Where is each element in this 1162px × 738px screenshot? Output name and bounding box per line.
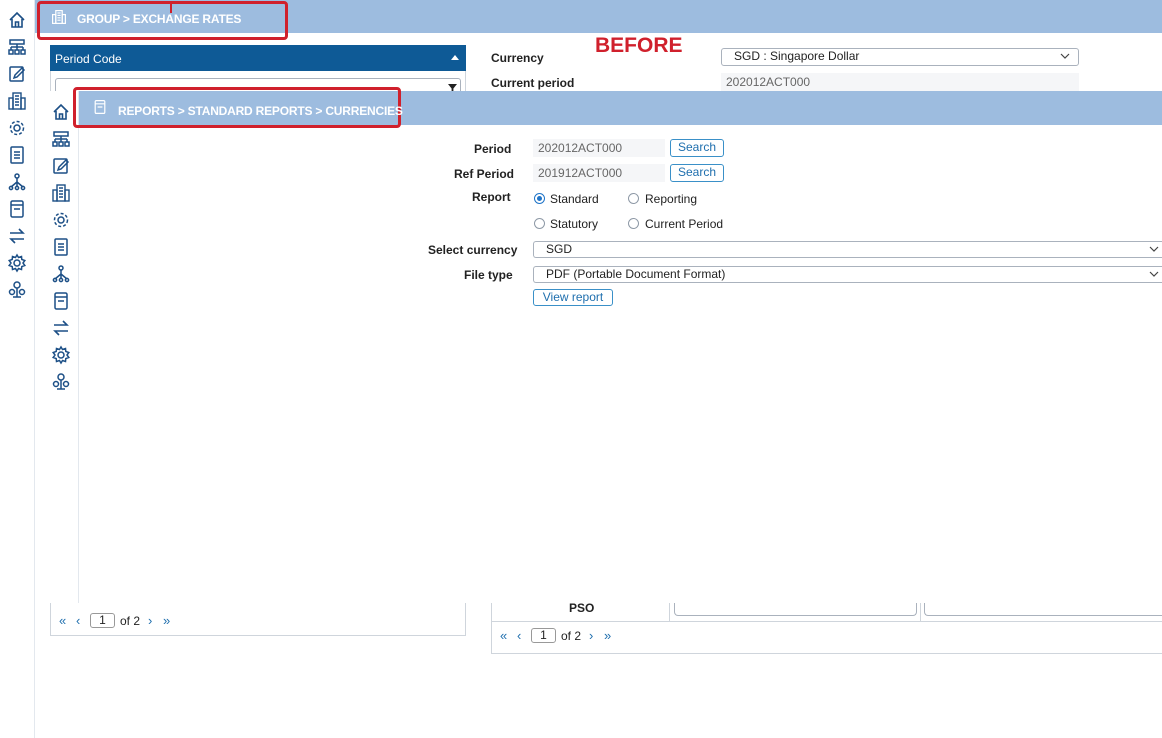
report-reporting-radio[interactable] [628, 193, 639, 204]
chevron-down-icon [1149, 271, 1159, 277]
collapse-arrow-icon[interactable] [451, 55, 459, 60]
currency-select-value: SGD [546, 242, 573, 256]
page-total: of 2 [120, 614, 141, 628]
currency-select[interactable]: SGD : Singapore Dollar [721, 48, 1079, 66]
edit-icon[interactable] [7, 64, 27, 84]
currency-select-value: SGD : Singapore Dollar [734, 49, 860, 63]
page-number-input[interactable]: 1 [90, 613, 115, 628]
currency-select[interactable]: SGD [533, 241, 1162, 258]
table-row-label: PSO [569, 601, 595, 615]
breadcrumb: GROUP > EXCHANGE RATES [77, 12, 242, 26]
sidebar [0, 0, 35, 738]
file-type-label: File type [464, 268, 513, 282]
file-type-select-value: PDF (Portable Document Format) [546, 267, 726, 281]
last-page-icon[interactable]: » [604, 628, 611, 643]
hierarchy-icon[interactable] [7, 37, 27, 57]
current-period-label: Current period [491, 76, 575, 90]
cursor-marker [170, 2, 172, 13]
inner-sidebar [44, 91, 79, 603]
document-icon[interactable] [51, 237, 71, 257]
ref-period-search-button[interactable]: Search [670, 164, 724, 182]
report-statutory-label: Statutory [550, 217, 599, 231]
next-page-icon[interactable]: › [148, 613, 152, 628]
org-tree-icon[interactable] [7, 172, 27, 192]
settings-icon[interactable] [7, 253, 27, 273]
first-page-icon[interactable]: « [59, 613, 66, 628]
people-icon[interactable] [51, 372, 71, 392]
building-icon [51, 9, 67, 25]
document-icon[interactable] [7, 145, 27, 165]
gear-network-icon[interactable] [51, 210, 71, 230]
table-rule [491, 621, 1162, 622]
currency-label: Currency [491, 51, 544, 65]
select-currency-label: Select currency [428, 243, 518, 257]
org-tree-icon[interactable] [51, 264, 71, 284]
report-standard-radio[interactable] [534, 193, 545, 204]
report-standard-label: Standard [550, 192, 599, 206]
prev-page-icon[interactable]: ‹ [517, 628, 521, 643]
book-icon[interactable] [51, 291, 71, 311]
people-icon[interactable] [7, 280, 27, 300]
chevron-down-icon [1060, 53, 1070, 59]
period-label: Period [474, 142, 512, 156]
ref-period-value: 201912ACT000 [533, 164, 665, 182]
page-total: of 2 [561, 629, 582, 643]
file-type-select[interactable]: PDF (Portable Document Format) [533, 266, 1162, 283]
period-code-title: Period Code [55, 52, 122, 66]
building-icon[interactable] [7, 91, 27, 111]
book-icon [92, 99, 108, 115]
report-current-period-label: Current Period [645, 217, 724, 231]
book-icon[interactable] [7, 199, 27, 219]
prev-page-icon[interactable]: ‹ [76, 613, 80, 628]
current-period-value: 202012ACT000 [721, 73, 1079, 91]
first-page-icon[interactable]: « [500, 628, 507, 643]
period-code-header[interactable]: Period Code [50, 45, 466, 71]
breadcrumb: REPORTS > STANDARD REPORTS > CURRENCIES [118, 104, 403, 118]
last-page-icon[interactable]: » [163, 613, 170, 628]
report-label: Report [472, 190, 511, 204]
period-search-button[interactable]: Search [670, 139, 724, 157]
building-icon[interactable] [51, 183, 71, 203]
ref-period-label: Ref Period [454, 167, 515, 181]
page-number-input[interactable]: 1 [531, 628, 556, 643]
table-divider [669, 600, 670, 621]
chevron-down-icon [1149, 246, 1159, 252]
gear-network-icon[interactable] [7, 118, 27, 138]
swap-icon[interactable] [51, 318, 71, 338]
swap-icon[interactable] [7, 226, 27, 246]
filter-icon[interactable] [448, 82, 457, 93]
report-statutory-radio[interactable] [534, 218, 545, 229]
period-value: 202012ACT000 [533, 139, 665, 157]
home-icon[interactable] [7, 10, 27, 30]
report-reporting-label: Reporting [645, 192, 698, 206]
before-label: BEFORE [595, 34, 683, 57]
settings-icon[interactable] [51, 345, 71, 365]
table-divider [920, 600, 921, 621]
edit-icon[interactable] [51, 156, 71, 176]
hierarchy-icon[interactable] [51, 129, 71, 149]
report-current-period-radio[interactable] [628, 218, 639, 229]
home-icon[interactable] [51, 102, 71, 122]
next-page-icon[interactable]: › [589, 628, 593, 643]
view-report-button[interactable]: View report [533, 289, 613, 306]
